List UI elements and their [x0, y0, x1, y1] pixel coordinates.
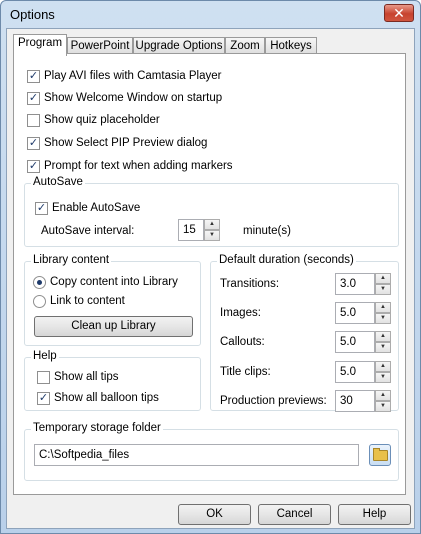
- clean-up-library-button[interactable]: Clean up Library: [34, 316, 193, 337]
- spin-down-icon[interactable]: ▼: [204, 230, 220, 241]
- default-duration-title: Default duration (seconds): [217, 254, 356, 266]
- radio-label: Copy content into Library: [50, 276, 178, 288]
- title-bar[interactable]: Options ✕: [1, 1, 420, 27]
- radio-button[interactable]: [33, 294, 46, 308]
- option-label: Play AVI files with Camtasia Player: [44, 70, 222, 82]
- spin-up-icon[interactable]: ▲: [204, 219, 220, 230]
- spin-down-icon[interactable]: ▼: [375, 372, 391, 383]
- callouts-spinner[interactable]: ▲ ▼: [375, 331, 391, 353]
- checkbox[interactable]: ✓: [27, 91, 40, 105]
- folder-tab: [373, 448, 380, 451]
- show-balloon-tips[interactable]: ✓ Show all balloon tips: [37, 390, 159, 406]
- callouts-input[interactable]: 5.0: [335, 331, 375, 353]
- checkbox[interactable]: [37, 370, 50, 384]
- autosave-interval-spinner[interactable]: ▲ ▼: [204, 219, 220, 241]
- option-play-avi[interactable]: ✓ Play AVI files with Camtasia Player: [27, 68, 221, 84]
- cancel-button[interactable]: Cancel: [258, 504, 331, 525]
- transitions-spinner[interactable]: ▲ ▼: [375, 273, 391, 295]
- help-group: Help Show all tips ✓ Show all balloon ti…: [24, 350, 201, 411]
- callouts-label: Callouts:: [220, 336, 265, 348]
- enable-autosave[interactable]: ✓ Enable AutoSave: [35, 200, 140, 216]
- transitions-input[interactable]: 3.0: [335, 273, 375, 295]
- images-input[interactable]: 5.0: [335, 302, 375, 324]
- close-button[interactable]: ✕: [384, 4, 414, 22]
- help-button[interactable]: Help: [338, 504, 411, 525]
- spin-up-icon[interactable]: ▲: [375, 302, 391, 313]
- radio-button[interactable]: [33, 275, 46, 289]
- autosave-group: AutoSave ✓ Enable AutoSave AutoSave inte…: [24, 176, 399, 247]
- show-all-tips-label: Show all tips: [54, 371, 119, 383]
- option-prompt-markers[interactable]: ✓ Prompt for text when adding markers: [27, 158, 233, 174]
- default-duration-group: Default duration (seconds) Transitions: …: [210, 254, 399, 412]
- program-tab-panel: ✓ Play AVI files with Camtasia Player ✓ …: [13, 53, 406, 495]
- radio-copy-content[interactable]: Copy content into Library: [33, 274, 178, 290]
- library-content-group: Library content Copy content into Librar…: [24, 254, 201, 346]
- title-clips-input[interactable]: 5.0: [335, 361, 375, 383]
- checkbox[interactable]: ✓: [35, 201, 48, 215]
- spin-up-icon[interactable]: ▲: [375, 273, 391, 284]
- show-all-tips[interactable]: Show all tips: [37, 369, 119, 385]
- option-show-pip[interactable]: ✓ Show Select PIP Preview dialog: [27, 135, 207, 151]
- help-title: Help: [31, 350, 59, 362]
- option-show-welcome[interactable]: ✓ Show Welcome Window on startup: [27, 90, 222, 106]
- spin-up-icon[interactable]: ▲: [375, 361, 391, 372]
- dialog-client-area: Program PowerPoint Upgrade Options Zoom …: [6, 28, 415, 529]
- radio-label: Link to content: [50, 295, 125, 307]
- checkbox[interactable]: ✓: [37, 391, 50, 405]
- enable-autosave-label: Enable AutoSave: [52, 202, 141, 214]
- option-label: Show Welcome Window on startup: [44, 92, 223, 104]
- spin-down-icon[interactable]: ▼: [375, 284, 391, 295]
- images-label: Images:: [220, 307, 261, 319]
- tab-program[interactable]: Program: [13, 34, 67, 56]
- spin-up-icon[interactable]: ▲: [375, 390, 391, 401]
- temp-storage-group: Temporary storage folder C:\Softpedia_fi…: [24, 422, 399, 481]
- production-previews-label: Production previews:: [220, 395, 327, 407]
- spin-up-icon[interactable]: ▲: [375, 331, 391, 342]
- temp-storage-title: Temporary storage folder: [31, 422, 163, 434]
- option-label: Show Select PIP Preview dialog: [44, 137, 208, 149]
- checkbox[interactable]: ✓: [27, 136, 40, 150]
- spin-down-icon[interactable]: ▼: [375, 401, 391, 412]
- window-title: Options: [10, 7, 55, 22]
- images-spinner[interactable]: ▲ ▼: [375, 302, 391, 324]
- title-clips-label: Title clips:: [220, 366, 271, 378]
- autosave-interval-label: AutoSave interval:: [41, 225, 135, 237]
- autosave-interval-input[interactable]: 15: [178, 219, 204, 241]
- spin-down-icon[interactable]: ▼: [375, 342, 391, 353]
- checkbox[interactable]: [27, 113, 40, 127]
- production-previews-input[interactable]: 30: [335, 390, 375, 412]
- temp-storage-path-input[interactable]: C:\Softpedia_files: [34, 444, 359, 466]
- options-window: Options ✕ Program PowerPoint Upgrade Opt…: [0, 0, 421, 534]
- show-balloon-tips-label: Show all balloon tips: [54, 392, 159, 404]
- option-label: Show quiz placeholder: [44, 114, 160, 126]
- production-previews-spinner[interactable]: ▲ ▼: [375, 390, 391, 412]
- checkbox[interactable]: ✓: [27, 159, 40, 173]
- checkbox[interactable]: ✓: [27, 69, 40, 83]
- option-show-quiz[interactable]: Show quiz placeholder: [27, 112, 160, 128]
- title-clips-spinner[interactable]: ▲ ▼: [375, 361, 391, 383]
- ok-button[interactable]: OK: [178, 504, 251, 525]
- folder-icon: [373, 450, 388, 461]
- browse-folder-button[interactable]: [369, 444, 391, 466]
- autosave-title: AutoSave: [31, 176, 85, 188]
- option-label: Prompt for text when adding markers: [44, 160, 233, 172]
- library-content-title: Library content: [31, 254, 112, 266]
- autosave-interval-unit: minute(s): [243, 225, 291, 237]
- spin-down-icon[interactable]: ▼: [375, 313, 391, 324]
- transitions-label: Transitions:: [220, 278, 280, 290]
- radio-link-content[interactable]: Link to content: [33, 293, 125, 309]
